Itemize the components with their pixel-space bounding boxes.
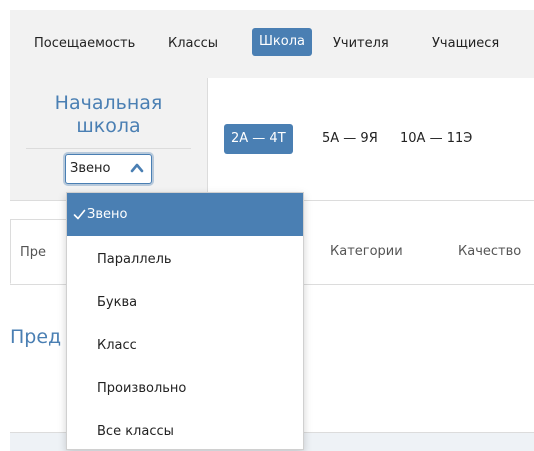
nav-item-teachers[interactable]: Учителя bbox=[333, 34, 389, 54]
chevron-up-icon bbox=[130, 163, 144, 173]
nav-item-students[interactable]: Учащиеся bbox=[432, 34, 499, 54]
range-10a-11e[interactable]: 10А — 11Э bbox=[400, 124, 472, 154]
dropdown-option-label: Буква bbox=[97, 295, 138, 310]
dropdown-option-zveno[interactable]: Звено bbox=[67, 193, 303, 236]
nav-item-school[interactable]: Школа bbox=[252, 28, 312, 56]
dropdown-option-label: Все классы bbox=[97, 424, 174, 439]
tab-first-label: Пре bbox=[20, 245, 47, 260]
section-heading: Пред bbox=[10, 326, 62, 348]
dropdown-option-class[interactable]: Класс bbox=[67, 324, 303, 367]
level-divider bbox=[26, 148, 191, 149]
level-title-line2: школа bbox=[76, 115, 141, 137]
dropdown-option-label: Параллель bbox=[97, 252, 172, 267]
dropdown-option-label: Произвольно bbox=[97, 381, 187, 396]
grouping-select-value: Звено bbox=[70, 161, 111, 176]
nav-item-classes[interactable]: Классы bbox=[168, 34, 218, 54]
range-row: Начальная школа Звено 2А — 4Т 5А — 9Я 10… bbox=[10, 78, 534, 201]
level-box: Начальная школа Звено bbox=[10, 78, 208, 200]
dropdown-option-letter[interactable]: Буква bbox=[67, 281, 303, 324]
level-title-line1: Начальная bbox=[54, 92, 163, 114]
range-2a-4t[interactable]: 2А — 4Т bbox=[224, 124, 293, 154]
dropdown-option-label: Класс bbox=[97, 338, 137, 353]
grouping-select[interactable]: Звено bbox=[65, 154, 152, 184]
range-5a-9ya[interactable]: 5А — 9Я bbox=[322, 124, 378, 154]
level-title: Начальная школа bbox=[10, 92, 207, 138]
check-icon bbox=[73, 209, 86, 220]
grouping-dropdown-menu: Звено Параллель Буква Класс Произвольно … bbox=[66, 192, 304, 450]
dropdown-option-parallel[interactable]: Параллель bbox=[67, 238, 303, 281]
tab-categories[interactable]: Категории bbox=[330, 243, 403, 261]
nav-item-attendance[interactable]: Посещаемость bbox=[34, 34, 135, 54]
tab-quality[interactable]: Качество bbox=[458, 243, 521, 261]
dropdown-option-arbitrary[interactable]: Произвольно bbox=[67, 367, 303, 410]
dropdown-option-all-classes[interactable]: Все классы bbox=[67, 410, 303, 449]
dropdown-option-label: Звено bbox=[87, 207, 128, 222]
top-nav: Посещаемость Классы Школа Учителя Учащие… bbox=[10, 10, 534, 79]
